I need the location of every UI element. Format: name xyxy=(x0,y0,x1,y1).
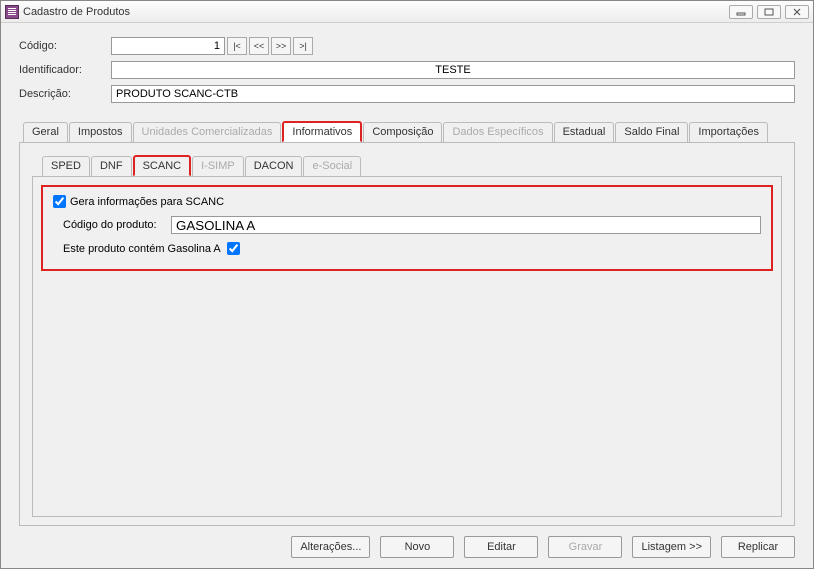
codigo-input[interactable] xyxy=(111,37,225,55)
tabs-sub: SPED DNF SCANC I-SIMP DACON e-Social xyxy=(32,155,782,176)
tab-geral[interactable]: Geral xyxy=(23,122,68,143)
nav-prev-button[interactable]: << xyxy=(249,37,269,55)
subtab-isimp[interactable]: I-SIMP xyxy=(192,156,244,177)
listagem-button[interactable]: Listagem >> xyxy=(632,536,711,558)
window-frame: Cadastro de Produtos Código: |< << >> >|… xyxy=(0,0,814,569)
contem-gasolina-label: Este produto contém Gasolina A xyxy=(63,243,221,255)
contem-gasolina-checkbox[interactable] xyxy=(227,242,240,255)
replicar-button[interactable]: Replicar xyxy=(721,536,795,558)
tab-impostos[interactable]: Impostos xyxy=(69,122,132,143)
maximize-button[interactable] xyxy=(757,5,781,19)
gravar-button[interactable]: Gravar xyxy=(548,536,622,558)
subtab-sped[interactable]: SPED xyxy=(42,156,90,177)
tab-pane-main: SPED DNF SCANC I-SIMP DACON e-Social Ger… xyxy=(19,142,795,526)
tab-saldo-final[interactable]: Saldo Final xyxy=(615,122,688,143)
subtab-dacon[interactable]: DACON xyxy=(245,156,303,177)
descricao-input[interactable] xyxy=(111,85,795,103)
gera-scanc-checkbox[interactable] xyxy=(53,195,66,208)
window-title: Cadastro de Produtos xyxy=(23,6,729,18)
alteracoes-button[interactable]: Alterações... xyxy=(291,536,370,558)
content-area: Código: |< << >> >| Identificador: TESTE… xyxy=(1,23,813,568)
codigo-produto-label: Código do produto: xyxy=(63,219,171,231)
subtab-esocial[interactable]: e-Social xyxy=(303,156,361,177)
sub-pane: Gera informações para SCANC Código do pr… xyxy=(32,176,782,517)
tab-composicao[interactable]: Composição xyxy=(363,122,442,143)
tab-unidades[interactable]: Unidades Comercializadas xyxy=(133,122,282,143)
nav-next-button[interactable]: >> xyxy=(271,37,291,55)
gera-scanc-label: Gera informações para SCANC xyxy=(70,196,224,208)
close-button[interactable] xyxy=(785,5,809,19)
tab-dados-especificos[interactable]: Dados Específicos xyxy=(443,122,552,143)
novo-button[interactable]: Novo xyxy=(380,536,454,558)
app-icon xyxy=(5,5,19,19)
tab-importacoes[interactable]: Importações xyxy=(689,122,768,143)
codigo-label: Código: xyxy=(19,40,111,52)
nav-first-button[interactable]: |< xyxy=(227,37,247,55)
subtab-dnf[interactable]: DNF xyxy=(91,156,132,177)
tab-estadual[interactable]: Estadual xyxy=(554,122,615,143)
subtab-scanc[interactable]: SCANC xyxy=(133,155,192,176)
button-bar: Alterações... Novo Editar Gravar Listage… xyxy=(19,526,795,558)
editar-button[interactable]: Editar xyxy=(464,536,538,558)
tabs-main: Geral Impostos Unidades Comercializadas … xyxy=(19,121,795,142)
minimize-button[interactable] xyxy=(729,5,753,19)
codigo-produto-input[interactable] xyxy=(171,216,761,234)
descricao-label: Descrição: xyxy=(19,88,111,100)
tab-informativos[interactable]: Informativos xyxy=(282,121,362,142)
identificador-label: Identificador: xyxy=(19,64,111,76)
scanc-highlight-box: Gera informações para SCANC Código do pr… xyxy=(41,185,773,271)
identificador-value[interactable]: TESTE xyxy=(111,61,795,79)
titlebar[interactable]: Cadastro de Produtos xyxy=(1,1,813,23)
nav-last-button[interactable]: >| xyxy=(293,37,313,55)
